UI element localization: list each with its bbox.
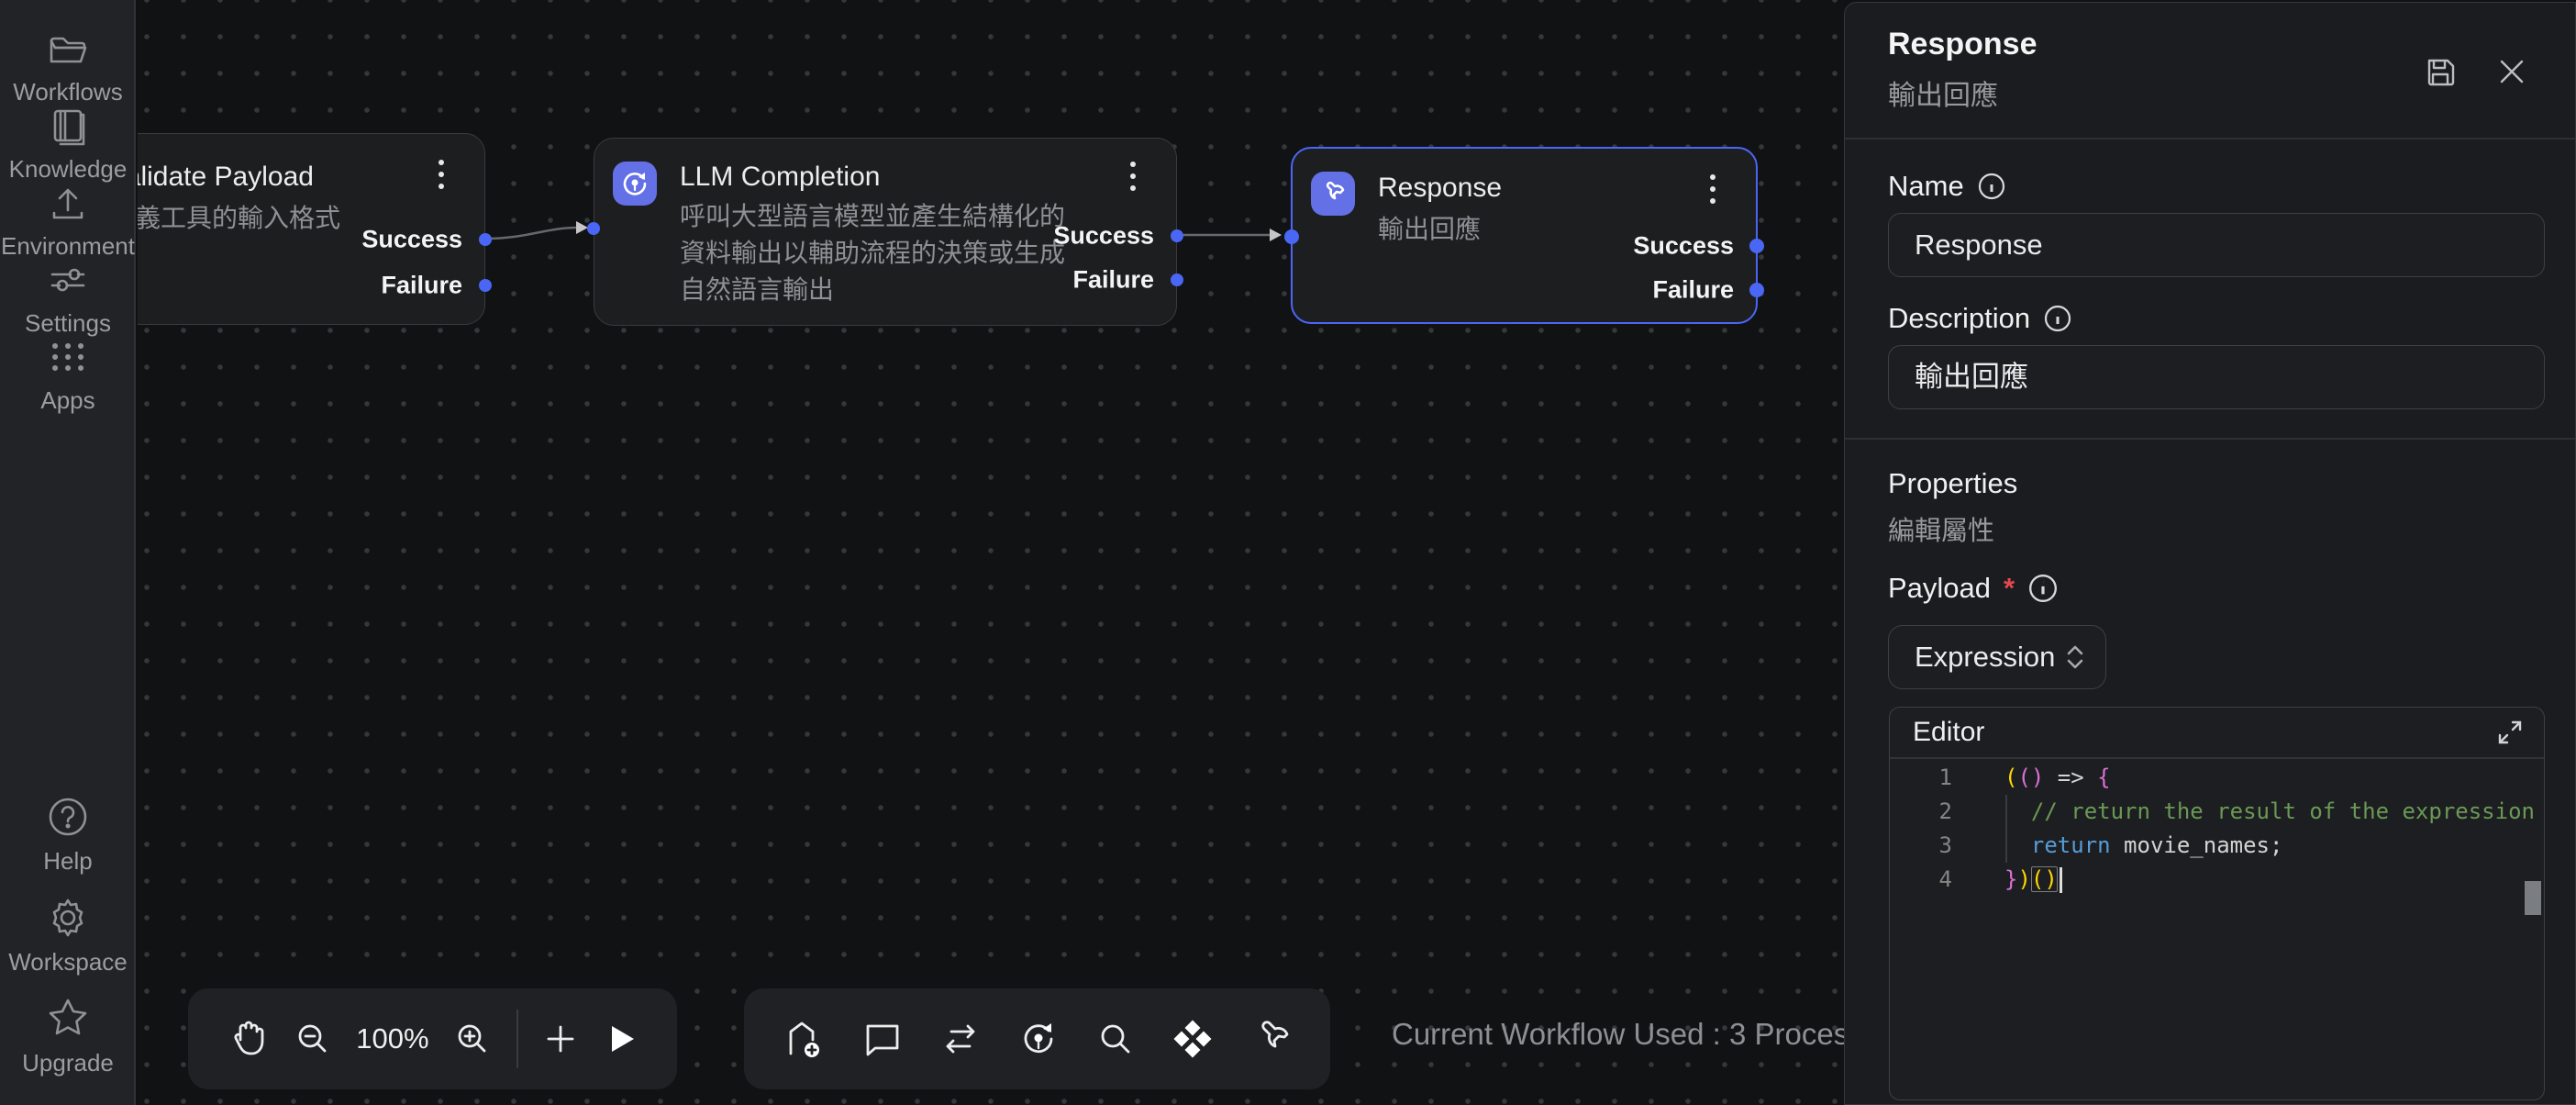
expand-icon[interactable] <box>2496 719 2524 746</box>
book-icon <box>47 105 89 147</box>
save-icon[interactable] <box>2423 54 2458 89</box>
info-icon <box>1977 172 2006 201</box>
llm-icon[interactable] <box>1017 1018 1060 1060</box>
port-failure[interactable] <box>1171 273 1183 286</box>
payload-field-label: Payload * <box>1888 572 2059 605</box>
star-icon <box>45 995 91 1041</box>
sidebar-item-environment[interactable]: Environment <box>0 182 136 261</box>
required-asterisk: * <box>2004 572 2015 605</box>
pan-hand-icon[interactable] <box>227 1018 269 1060</box>
node-menu-button[interactable] <box>1130 162 1136 191</box>
workflow-canvas[interactable]: Validate Payload 定義工具的輸入格式 Success Failu… <box>138 0 1844 1105</box>
node-menu-button[interactable] <box>1710 174 1715 204</box>
sidebar-item-knowledge[interactable]: Knowledge <box>0 105 136 184</box>
indent-guide <box>2005 795 2007 863</box>
node-validate-payload[interactable]: Validate Payload 定義工具的輸入格式 Success Failu… <box>138 133 485 325</box>
payload-expression-editor[interactable]: Editor 1(() => {2 // return the result o… <box>1889 707 2545 1100</box>
zoom-out-icon[interactable] <box>293 1019 333 1059</box>
node-config-panel: Response 輸出回應 Name Response Description … <box>1844 2 2576 1105</box>
swap-arrows-icon[interactable] <box>938 1017 983 1061</box>
folder-icon <box>47 28 89 70</box>
port-failure[interactable] <box>479 279 492 292</box>
add-node-icon[interactable] <box>782 1017 826 1061</box>
output-label-failure: Failure <box>1072 266 1154 295</box>
port-input[interactable] <box>1284 229 1299 244</box>
description-input[interactable]: 輸出回應 <box>1888 345 2545 409</box>
node-menu-button[interactable] <box>439 160 444 189</box>
sidebar: Workflows Knowledge Environment Settings… <box>0 0 136 1105</box>
add-icon[interactable] <box>541 1020 580 1058</box>
node-title: Validate Payload <box>138 162 314 193</box>
node-description: 呼叫大型語言模型並產生結構化的 資料輸出以輔助流程的決策或生成 自然語言輸出 <box>680 198 1065 308</box>
panel-subtitle: 輸出回應 <box>1888 73 1998 113</box>
wrench-icon <box>1311 172 1355 216</box>
comment-icon[interactable] <box>861 1018 904 1060</box>
panel-title: Response <box>1888 27 2037 62</box>
help-circle-icon <box>46 795 90 839</box>
sidebar-item-label: Knowledge <box>9 155 128 184</box>
canvas-zoom-toolbar: 100% <box>188 988 677 1089</box>
node-description: 定義工具的輸入格式 <box>138 200 340 237</box>
port-input[interactable] <box>587 222 600 235</box>
properties-title: Properties <box>1888 467 2017 500</box>
sidebar-item-settings[interactable]: Settings <box>0 259 136 338</box>
info-icon <box>2043 304 2072 333</box>
port-success[interactable] <box>479 233 492 246</box>
embed-diamonds-icon[interactable] <box>1171 1017 1215 1061</box>
chevron-up-down-icon <box>2065 643 2085 671</box>
info-icon <box>2027 573 2059 604</box>
editor-code[interactable]: 1(() => {2 // return the result of the e… <box>1890 759 2544 1099</box>
sidebar-item-label: Help <box>43 847 92 876</box>
gear-icon <box>46 896 90 940</box>
output-label-failure: Failure <box>381 272 462 300</box>
port-failure[interactable] <box>1749 283 1764 297</box>
zoom-in-icon[interactable] <box>452 1019 493 1059</box>
panel-divider <box>1845 138 2575 140</box>
sidebar-item-label: Environment <box>1 232 135 261</box>
sidebar-item-label: Workspace <box>8 948 128 977</box>
sidebar-item-label: Apps <box>40 386 94 415</box>
properties-subtitle: 編輯屬性 <box>1888 509 1994 548</box>
output-label-success: Success <box>1633 232 1734 261</box>
search-icon[interactable] <box>1095 1019 1136 1059</box>
editor-header: Editor <box>1890 708 2544 759</box>
output-label-success: Success <box>361 226 462 254</box>
tools-wrench-icon[interactable] <box>1250 1018 1293 1060</box>
sidebar-item-apps[interactable]: Apps <box>0 336 136 415</box>
llm-refresh-bulb-icon <box>613 162 657 206</box>
name-input[interactable]: Response <box>1888 213 2545 277</box>
sidebar-item-workflows[interactable]: Workflows <box>0 28 136 106</box>
toolbar-divider <box>516 1010 518 1068</box>
sliders-icon <box>47 259 89 301</box>
sidebar-item-label: Upgrade <box>22 1049 114 1077</box>
close-icon[interactable] <box>2496 56 2527 87</box>
grid-icon <box>47 336 89 378</box>
port-success[interactable] <box>1171 229 1183 242</box>
workflow-usage-status: Current Workflow Used : 3 Processor <box>1392 1017 1844 1052</box>
node-llm-completion[interactable]: LLM Completion 呼叫大型語言模型並產生結構化的 資料輸出以輔助流程… <box>594 138 1177 326</box>
output-label-failure: Failure <box>1652 276 1734 305</box>
sidebar-item-label: Settings <box>25 309 111 338</box>
name-field-label: Name <box>1888 170 2006 203</box>
editor-scrollbar-thumb[interactable] <box>2525 881 2541 915</box>
sidebar-item-label: Workflows <box>13 78 122 106</box>
sidebar-item-upgrade[interactable]: Upgrade <box>0 995 136 1077</box>
upload-icon <box>47 182 89 224</box>
node-title: Response <box>1378 173 1502 204</box>
zoom-level: 100% <box>356 1022 428 1055</box>
node-response[interactable]: Response 輸出回應 Success Failure <box>1291 147 1758 324</box>
run-icon[interactable] <box>604 1021 638 1056</box>
node-title: LLM Completion <box>680 162 880 193</box>
output-label-success: Success <box>1053 222 1154 251</box>
sidebar-item-workspace[interactable]: Workspace <box>0 896 136 977</box>
payload-type-select[interactable]: Expression <box>1888 625 2106 689</box>
sidebar-item-help[interactable]: Help <box>0 795 136 876</box>
editor-title: Editor <box>1913 717 1984 748</box>
panel-divider <box>1845 438 2575 440</box>
canvas-tools-toolbar <box>744 988 1330 1089</box>
node-description: 輸出回應 <box>1378 211 1481 248</box>
description-field-label: Description <box>1888 302 2072 335</box>
port-success[interactable] <box>1749 239 1764 253</box>
